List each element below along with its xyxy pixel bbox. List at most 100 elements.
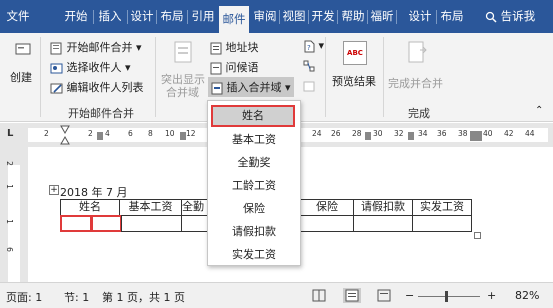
zoom-slider-track[interactable] (418, 296, 480, 297)
preview-abc-icon: ABC (343, 41, 367, 65)
menu-item-seniority-pay[interactable]: 工龄工资 (208, 175, 300, 197)
ruler-tick: 38 (458, 129, 468, 138)
table-resize-handle-icon[interactable] (474, 232, 481, 239)
status-page[interactable]: 页面: 1 (6, 289, 42, 305)
menu-item-attendance-bonus[interactable]: 全勤奖 (208, 152, 300, 174)
menu-item-base-salary[interactable]: 基本工资 (208, 129, 300, 151)
tab-view[interactable]: 视图 (280, 0, 308, 33)
table-data-cell-name-highlighted[interactable] (91, 215, 122, 232)
select-recipients-button[interactable]: 选择收件人 ▾ (50, 59, 131, 75)
tab-table-layout[interactable]: 布局 (437, 0, 467, 33)
chevron-down-icon: ▾ (125, 61, 131, 74)
ruler-tick: 24 (312, 129, 322, 138)
update-labels-button[interactable] (303, 79, 315, 93)
vruler-tick: 1 (4, 219, 14, 224)
status-section[interactable]: 节: 1 (64, 289, 89, 305)
finish-merge-icon (408, 41, 427, 63)
menu-item-net-pay[interactable]: 实发工资 (208, 244, 300, 266)
match-fields-button[interactable] (303, 59, 315, 73)
highlight-label-2: 合并域 (166, 86, 199, 99)
read-mode-icon[interactable] (312, 289, 326, 302)
insert-merge-field-button[interactable]: 插入合并域 ▾ (208, 77, 294, 97)
collapse-ribbon-icon[interactable]: ⌃ (535, 105, 543, 116)
table-header-cell[interactable]: 基本工资 (119, 199, 182, 216)
ruler-tick: 30 (373, 129, 383, 138)
tab-review[interactable]: 审阅 (251, 0, 279, 33)
table-header-cell[interactable]: 姓名 (60, 199, 120, 216)
ruler-tick: 2 (44, 129, 49, 138)
svg-text:?: ? (307, 44, 311, 52)
chevron-down-icon: ▾ (285, 81, 291, 94)
ruler-tick: 40 (483, 129, 493, 138)
column-marker[interactable] (408, 132, 414, 140)
tab-mailings[interactable]: 邮件 (219, 6, 249, 33)
menu-item-insurance[interactable]: 保险 (208, 198, 300, 220)
group-separator (155, 37, 156, 117)
zoom-out-button[interactable]: − (405, 289, 414, 302)
start-merge-button[interactable]: 开始邮件合并 ▾ (50, 39, 142, 55)
envelope-icon (15, 43, 31, 55)
zoom-in-button[interactable]: + (487, 289, 496, 302)
column-marker[interactable] (365, 132, 371, 140)
greeting-line-label: 问候语 (225, 61, 259, 74)
zoom-slider-thumb[interactable] (445, 291, 448, 302)
table-header-cell[interactable]: 保险 (300, 199, 354, 216)
tab-developer[interactable]: 开发 (309, 0, 337, 33)
tab-design[interactable]: 设计 (128, 0, 156, 33)
table-data-cell[interactable] (300, 215, 354, 232)
table-data-cell[interactable] (412, 215, 472, 232)
tab-home[interactable]: 开始 (60, 0, 92, 33)
vruler-tick: 6 (4, 247, 14, 252)
finish-merge-button[interactable]: 完成并合并 (388, 39, 448, 97)
table-header-cell[interactable]: 全勤 (181, 199, 209, 216)
tab-insert[interactable]: 插入 (94, 0, 126, 33)
table-data-cell[interactable] (121, 215, 182, 232)
vruler-tick: 2 (4, 161, 14, 166)
print-layout-icon[interactable] (343, 288, 361, 303)
tell-me-label: 告诉我 (500, 9, 536, 23)
create-button[interactable]: 创建 (8, 39, 36, 97)
table-data-cell[interactable] (353, 215, 413, 232)
address-block-button[interactable]: 地址块 (210, 39, 259, 55)
tab-help[interactable]: 帮助 (339, 0, 367, 33)
web-layout-icon[interactable] (377, 289, 391, 302)
tab-foxit[interactable]: 福昕 (368, 0, 396, 33)
update-labels-icon (303, 81, 315, 91)
group-label-start: 开始邮件合并 (68, 107, 134, 120)
status-page-count[interactable]: 第 1 页，共 1 页 (102, 289, 185, 305)
ruler-tick: 44 (525, 129, 535, 138)
table-data-cell[interactable] (181, 215, 209, 232)
table-data-cell-name-highlighted[interactable] (60, 215, 92, 232)
tab-selector-icon[interactable]: L (7, 128, 13, 139)
group-separator (325, 37, 326, 117)
table-move-handle-icon[interactable]: + (49, 185, 59, 195)
menu-item-name[interactable]: 姓名 (211, 105, 295, 127)
table-header-cell[interactable]: 实发工资 (412, 199, 472, 216)
column-marker[interactable] (180, 132, 186, 140)
rules-button[interactable]: ? ▾ (303, 39, 324, 53)
menu-item-leave-deduction[interactable]: 请假扣款 (208, 221, 300, 243)
ruler-tick: 4 (105, 129, 110, 138)
zoom-level[interactable]: 82% (515, 289, 539, 302)
insert-field-icon (211, 82, 223, 94)
preview-results-button[interactable]: ABC 预览结果 (330, 39, 380, 97)
tab-references[interactable]: 引用 (188, 0, 218, 33)
indent-marker-icon[interactable] (60, 125, 70, 145)
ruler-tick: 6 (128, 129, 133, 138)
ribbon-tab-bar: 文件 开始 插入 设计 布局 引用 邮件 审阅 视图 开发 帮助 福昕 设计 布… (0, 0, 553, 33)
tell-me-search[interactable]: 告诉我 (475, 0, 545, 33)
tab-table-design[interactable]: 设计 (405, 0, 435, 33)
tab-layout[interactable]: 布局 (157, 0, 187, 33)
column-marker[interactable] (470, 131, 482, 141)
document-merge-icon (50, 42, 62, 54)
table-header-cell[interactable]: 请假扣款 (353, 199, 413, 216)
column-marker[interactable] (97, 132, 103, 140)
select-recipients-label: 选择收件人 (66, 61, 122, 74)
highlight-merge-fields-button[interactable]: 突出显示 合并域 (160, 39, 206, 99)
tab-file[interactable]: 文件 (0, 0, 36, 33)
edit-recipients-button[interactable]: 编辑收件人列表 (50, 79, 144, 95)
greeting-line-button[interactable]: 问候语 (210, 59, 259, 75)
date-text: 2018 年 7 月 (60, 186, 128, 199)
vertical-ruler[interactable]: 2 1 1 6 (0, 147, 28, 282)
create-label: 创建 (10, 71, 32, 84)
